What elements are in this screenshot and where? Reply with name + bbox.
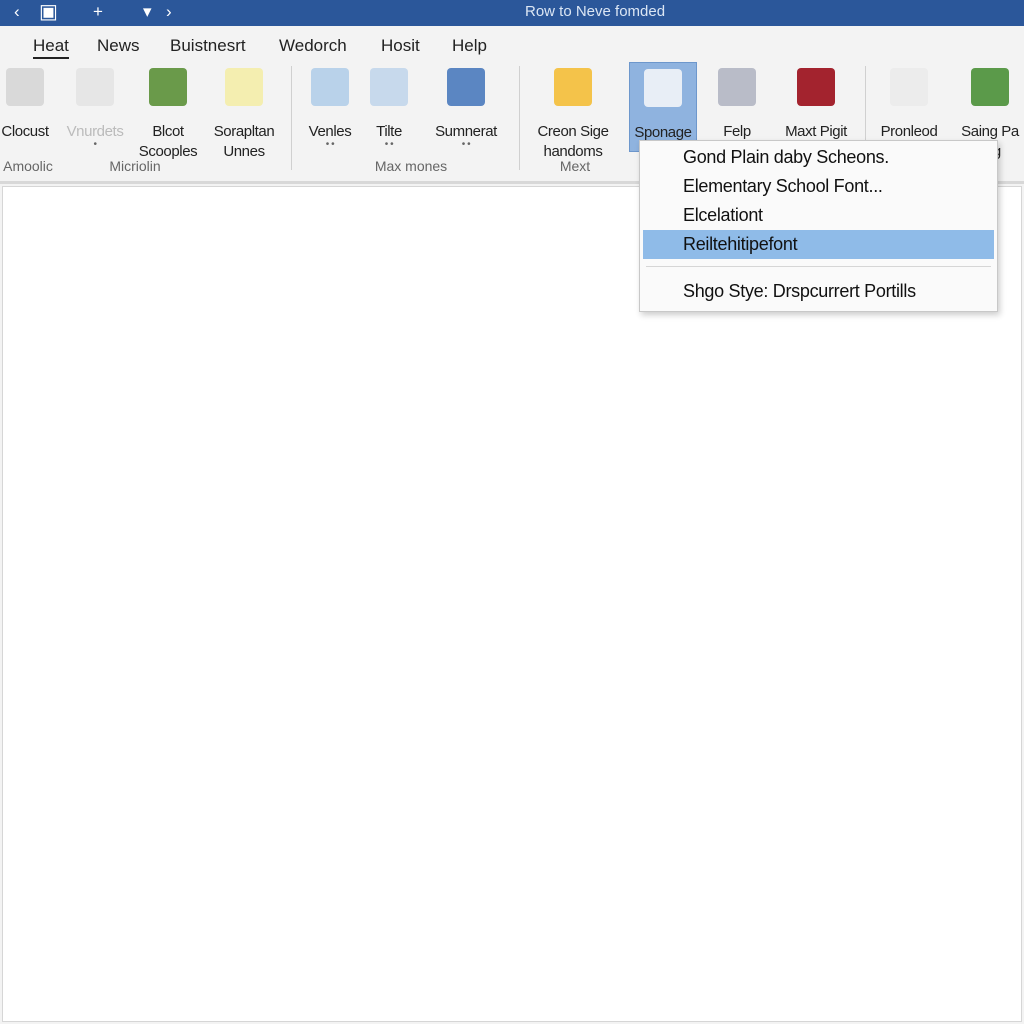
ribbon-button-label: Clocust — [1, 123, 49, 140]
ribbon-button-label: Pronleod — [880, 123, 938, 140]
more-dots: • — [93, 139, 97, 150]
dropdown-icon[interactable]: ▾ — [143, 2, 152, 22]
more-dots: • • — [461, 139, 471, 150]
group-label: Max mones — [374, 158, 448, 174]
ribbon-button-label: Sorapltan Unnes — [213, 123, 275, 160]
document-layout-icon — [225, 68, 263, 106]
book-open-icon — [370, 68, 408, 106]
ribbon-button-blcot-scooples[interactable]: Blcot Scooples — [130, 62, 206, 160]
save-icon[interactable]: ▣ — [39, 0, 58, 24]
ribbon-button-sumnerat[interactable]: Sumnerat • • — [428, 62, 504, 154]
chat-globe-icon — [971, 68, 1009, 106]
group-separator — [519, 66, 520, 170]
tab-heat[interactable]: Heat — [33, 36, 69, 59]
ribbon-button-tilte[interactable]: Tilte • • — [351, 62, 427, 154]
ribbon-button-label: Sponage — [634, 124, 692, 141]
group-separator — [291, 66, 292, 170]
ribbon-button-label: Blcot Scooples — [138, 123, 198, 160]
menu-item[interactable]: Shgo Stye: Drspcurrert Portills — [643, 277, 994, 306]
menu-item-highlighted[interactable]: Reiltehitipefont — [643, 230, 994, 259]
window-title: Row to Neve fomded — [525, 3, 666, 20]
tab-wedorch[interactable]: Wedorch — [279, 36, 347, 56]
title-bar: ‹ ▣ + ▾ › Row to Neve fomded — [0, 0, 1024, 26]
dropdown-menu: Gond Plain daby Scheons. Elementary Scho… — [639, 140, 998, 312]
menu-item[interactable]: Elcelationt — [643, 201, 994, 230]
ribbon-button-label: Sumnerat — [435, 123, 497, 140]
ribbon-button-creon-sige-handoms[interactable]: Creon Sige handoms — [535, 62, 611, 160]
refresh-circle-icon — [149, 68, 187, 106]
table-grid-icon — [311, 68, 349, 106]
cloud-sync-icon — [718, 68, 756, 106]
more-dots: • • — [384, 139, 394, 150]
calendar-icon — [890, 68, 928, 106]
menu-item[interactable]: Elementary School Font... — [643, 172, 994, 201]
ribbon-button-clocust[interactable]: Clocust — [0, 62, 63, 154]
tab-news[interactable]: News — [97, 36, 140, 56]
group-label: Micriolin — [109, 158, 161, 174]
ribbon-button-label: Felp — [723, 123, 751, 140]
colored-book-icon — [797, 68, 835, 106]
ribbon-button-vnurdets[interactable]: Vnurdets • — [57, 62, 133, 154]
group-label: Amoolic — [3, 158, 53, 174]
ribbon-button-label: Tilte — [376, 123, 402, 140]
tab-help[interactable]: Help — [452, 36, 487, 56]
ribbon-button-label: Maxt Pigit — [785, 123, 847, 140]
folder-icon — [554, 68, 592, 106]
add-icon[interactable]: + — [93, 2, 103, 22]
ribbon-tabs: Heat News Buistnesrt Wedorch Hosit Help — [0, 26, 1024, 60]
ribbon-button-label: Venles — [308, 123, 352, 140]
ribbon-button-sponage[interactable]: Sponage — [629, 62, 697, 152]
back-icon[interactable]: ‹ — [14, 2, 20, 22]
ribbon-button-label: Creon Sige handoms — [537, 123, 609, 160]
menu-item[interactable]: Gond Plain daby Scheons. — [643, 143, 994, 172]
tab-hosit[interactable]: Hosit — [381, 36, 420, 56]
ribbon-button-sorapltan-unnes[interactable]: Sorapltan Unnes — [206, 62, 282, 160]
document-settings-icon — [644, 69, 682, 107]
group-label: Mext — [559, 158, 591, 174]
printer-icon — [6, 68, 44, 106]
menu-divider — [646, 266, 991, 267]
tab-buistnesrt[interactable]: Buistnesrt — [170, 36, 246, 56]
ribbon-button-label: Vnurdets — [66, 123, 124, 140]
list-window-icon — [447, 68, 485, 106]
tools-icon — [76, 68, 114, 106]
forward-icon[interactable]: › — [166, 2, 172, 22]
